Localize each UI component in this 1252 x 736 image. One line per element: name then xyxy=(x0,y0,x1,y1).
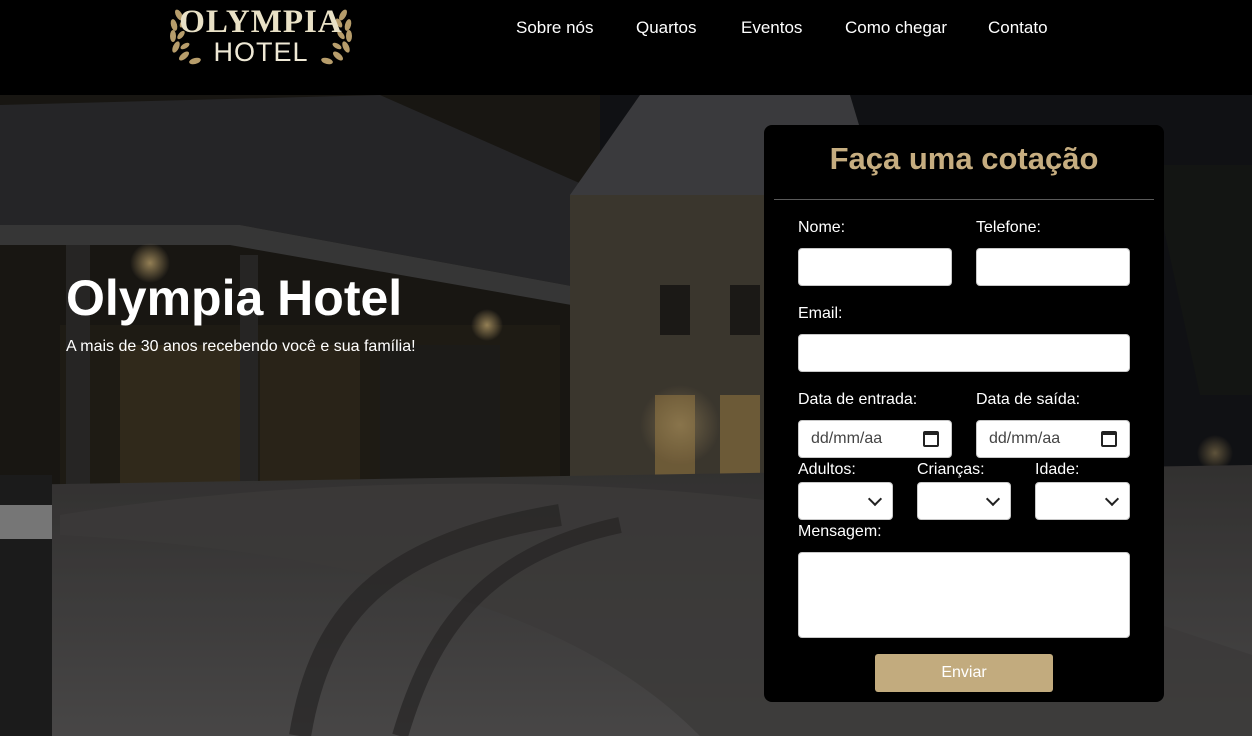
logo-wordmark-top: OLYMPIA xyxy=(179,4,343,40)
chevron-down-icon xyxy=(867,491,883,507)
adults-select[interactable] xyxy=(798,482,893,520)
checkin-date-placeholder: dd/mm/aa xyxy=(811,430,883,447)
phone-label: Telefone: xyxy=(976,219,1041,236)
quote-form: Faça uma cotação Nome: Telefone: Email: … xyxy=(764,125,1164,702)
nav-link-sobre[interactable]: Sobre nós xyxy=(516,18,594,38)
name-label: Nome: xyxy=(798,219,846,236)
checkin-label: Data de entrada: xyxy=(798,391,918,408)
checkin-date-input[interactable]: dd/mm/aa xyxy=(798,420,952,458)
email-input[interactable] xyxy=(798,334,1130,372)
calendar-icon[interactable] xyxy=(923,431,939,447)
logo-wordmark-bottom: HOTEL xyxy=(213,37,309,67)
hotel-logo[interactable]: OLYMPIA HOTEL xyxy=(165,3,357,69)
checkout-date-input[interactable]: dd/mm/aa xyxy=(976,420,1130,458)
calendar-icon[interactable] xyxy=(1101,431,1117,447)
submit-button[interactable]: Enviar xyxy=(875,654,1053,692)
phone-input[interactable] xyxy=(976,248,1130,286)
nav-link-contato[interactable]: Contato xyxy=(988,18,1048,38)
hero-subtitle: A mais de 30 anos recebendo você e sua f… xyxy=(66,338,416,355)
checkout-label: Data de saída: xyxy=(976,391,1081,408)
children-select[interactable] xyxy=(917,482,1011,520)
age-select[interactable] xyxy=(1035,482,1130,520)
form-title: Faça uma cotação xyxy=(829,141,1099,176)
message-label: Mensagem: xyxy=(798,523,882,540)
site-header: OLYMPIA HOTEL Sobre nós Quartos Eventos … xyxy=(0,0,1252,95)
chevron-down-icon xyxy=(985,491,1001,507)
form-divider xyxy=(774,199,1154,200)
message-textarea[interactable] xyxy=(798,552,1130,638)
email-label: Email: xyxy=(798,305,843,322)
children-label: Crianças: xyxy=(917,461,985,478)
hero-title: Olympia Hotel xyxy=(66,270,403,326)
nav-link-quartos[interactable]: Quartos xyxy=(636,18,696,38)
nav-link-como-chegar[interactable]: Como chegar xyxy=(845,18,947,38)
name-input[interactable] xyxy=(798,248,952,286)
checkout-date-placeholder: dd/mm/aa xyxy=(989,430,1061,447)
age-label: Idade: xyxy=(1035,461,1080,478)
adults-label: Adultos: xyxy=(798,461,856,478)
chevron-down-icon xyxy=(1104,491,1120,507)
nav-link-eventos[interactable]: Eventos xyxy=(741,18,802,38)
